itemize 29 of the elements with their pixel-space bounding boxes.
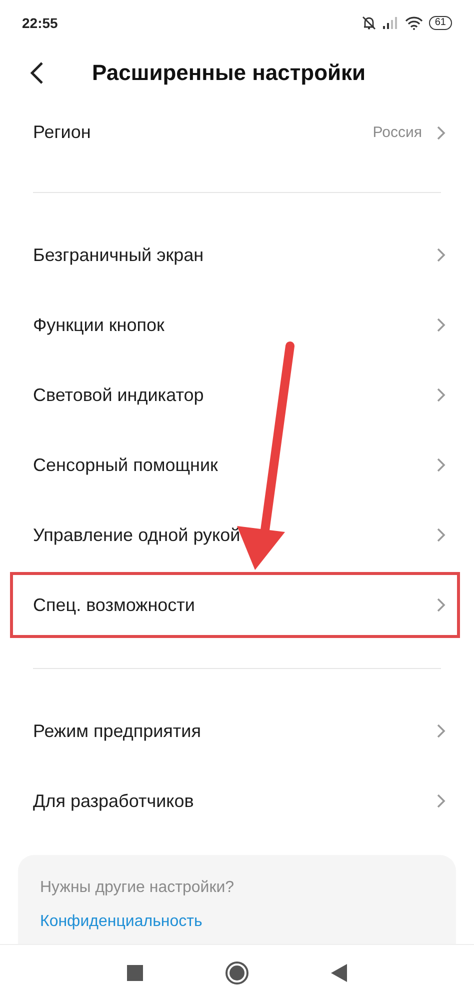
settings-item[interactable]: Функции кнопок (0, 290, 474, 360)
chevron-right-icon (436, 793, 446, 809)
settings-item[interactable]: Спец. возможности (0, 570, 474, 640)
recents-icon[interactable] (127, 964, 143, 980)
bell-off-icon (360, 16, 377, 30)
signal-icon (382, 16, 399, 28)
card-title: Нужны другие настройки? (40, 879, 236, 897)
status-time: 22:55 (22, 14, 58, 30)
item-value: Россия (372, 124, 422, 141)
settings-item[interactable]: Регион Россия (0, 100, 474, 165)
chevron-right-icon (436, 597, 446, 613)
back-triangle-icon[interactable] (331, 964, 347, 982)
chevron-right-icon (436, 124, 446, 140)
chevron-right-icon (436, 387, 446, 403)
settings-item[interactable]: Сенсорный помощник (0, 430, 474, 500)
battery-level: 61 (428, 16, 452, 30)
settings-item[interactable]: Безграничный экран (0, 220, 474, 290)
chevron-right-icon (436, 247, 446, 263)
settings-item[interactable]: Управление одной рукой (0, 500, 474, 570)
wifi-icon (404, 16, 423, 30)
chevron-right-icon (436, 527, 446, 543)
chevron-right-icon (436, 457, 446, 473)
page-title: Расширенные настройки (92, 60, 366, 86)
settings-item[interactable]: Режим предприятия (0, 696, 474, 766)
chevron-right-icon (436, 317, 446, 333)
chevron-right-icon (436, 723, 446, 739)
settings-item[interactable]: Для разработчиков (0, 766, 474, 836)
settings-item[interactable]: Световой индикатор (0, 360, 474, 430)
home-icon[interactable] (225, 960, 249, 984)
